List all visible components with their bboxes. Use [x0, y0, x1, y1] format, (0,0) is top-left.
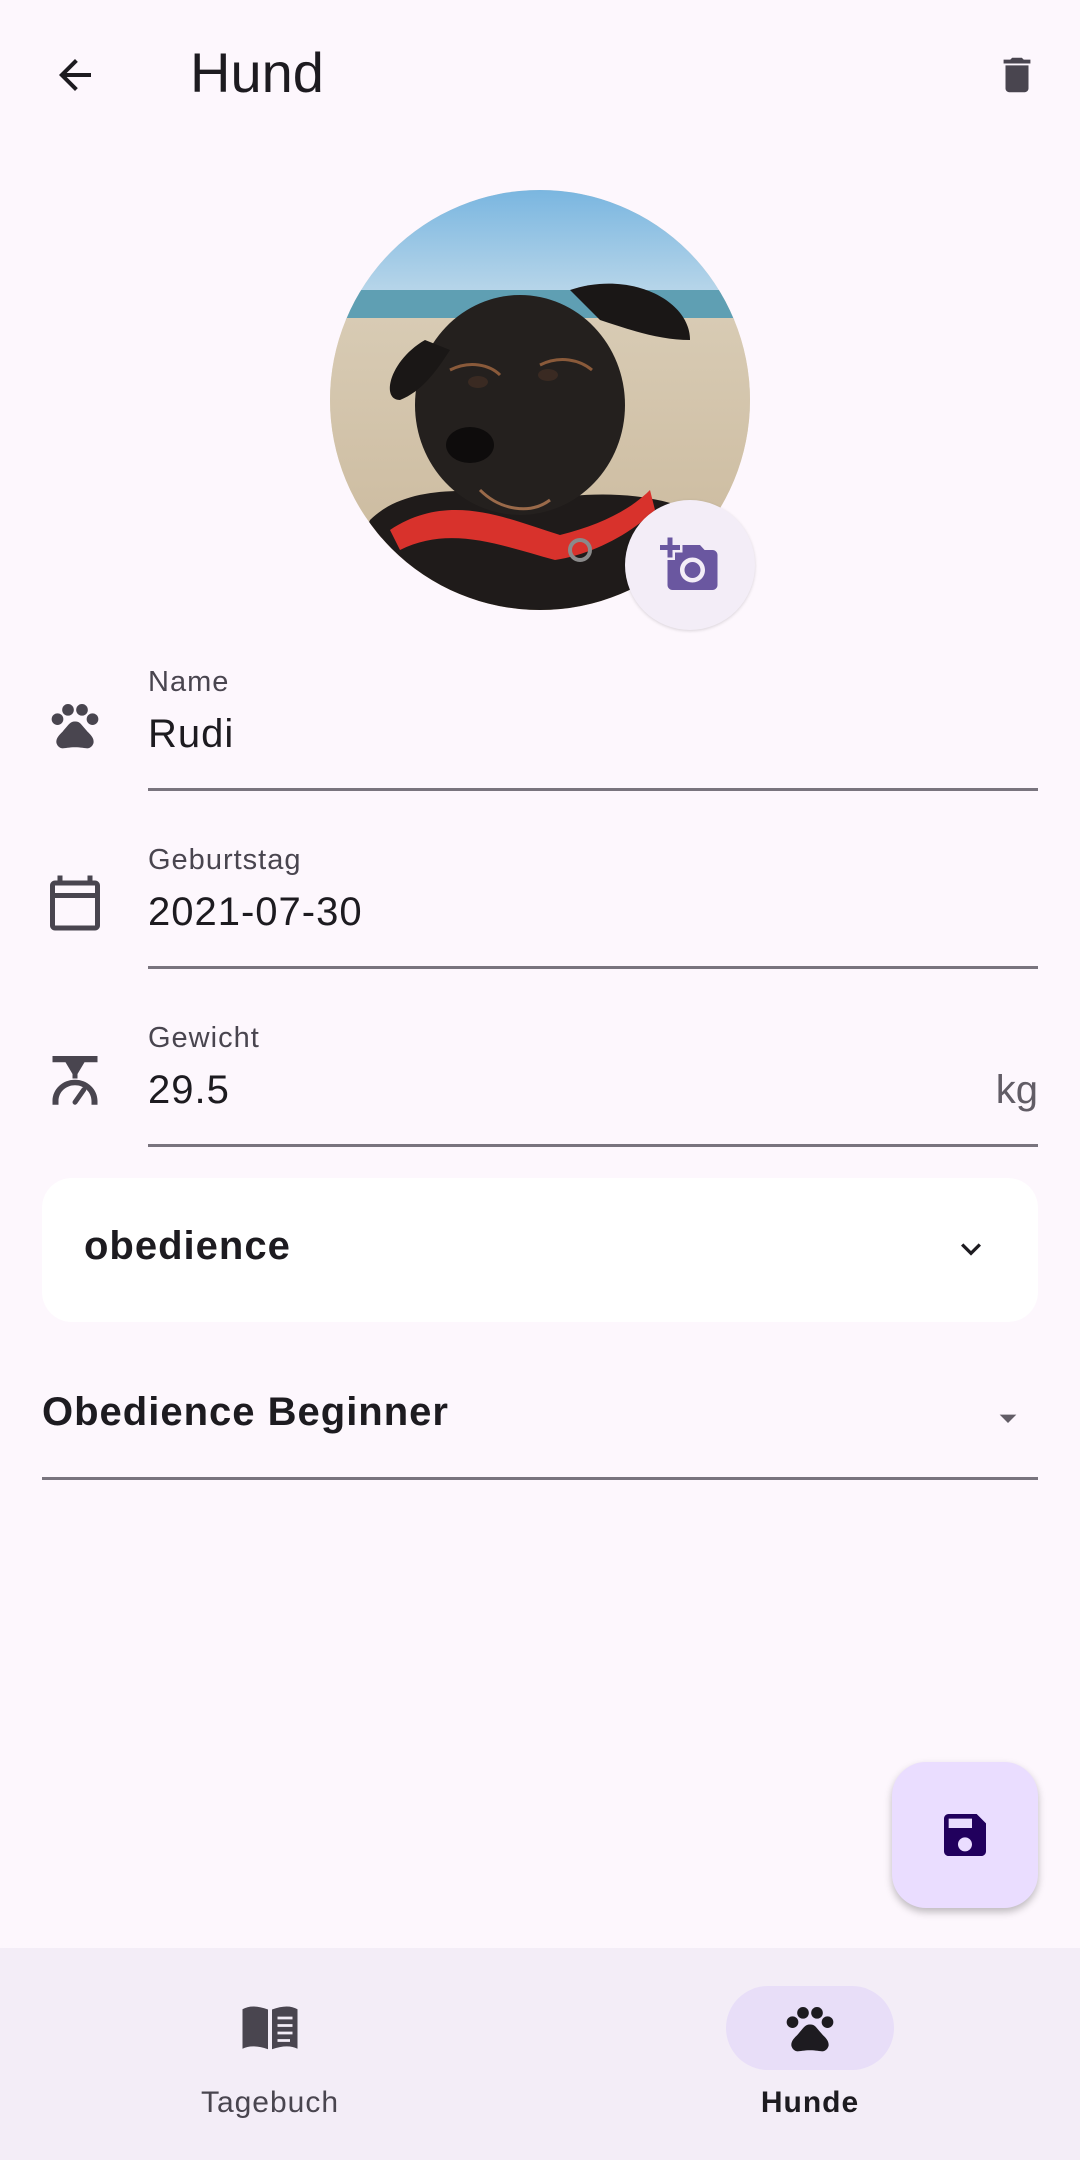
birthday-underline — [148, 966, 1038, 969]
nav-item-hunde-indicator — [726, 1986, 894, 2070]
birthday-input[interactable]: 2021-07-30 — [148, 890, 363, 935]
name-underline — [148, 788, 1038, 791]
weight-field-row: Gewicht 29.5 kg — [0, 1006, 1080, 1156]
save-button[interactable] — [892, 1762, 1038, 1908]
name-input[interactable]: Rudi — [148, 712, 234, 757]
scale-icon — [40, 1046, 110, 1116]
level-dropdown[interactable]: Obedience Beginner — [42, 1380, 1038, 1480]
delete-button[interactable] — [972, 30, 1062, 120]
add-photo-button[interactable] — [625, 500, 755, 630]
arrow-back-icon — [59, 59, 91, 91]
weight-unit: kg — [995, 1068, 1038, 1112]
level-dropdown-underline — [42, 1477, 1038, 1480]
calendar-icon — [40, 868, 110, 938]
weight-label: Gewicht — [148, 1022, 260, 1054]
level-selected-value: Obedience Beginner — [42, 1390, 449, 1434]
category-label: obedience — [84, 1224, 291, 1268]
weight-input[interactable]: 29.5 — [148, 1068, 230, 1113]
birthday-label: Geburtstag — [148, 844, 302, 876]
back-button[interactable] — [30, 30, 120, 120]
arrow-drop-down-icon — [988, 1398, 1028, 1438]
nav-label-hunde: Hunde — [760, 2086, 860, 2119]
nav-item-tagebuch-indicator — [186, 1986, 354, 2070]
save-icon — [944, 1814, 986, 1856]
paw-icon — [40, 690, 110, 760]
trash-icon — [1003, 57, 1031, 93]
nav-label-tagebuch: Tagebuch — [200, 2086, 340, 2119]
book-icon — [242, 2006, 298, 2050]
name-label: Name — [148, 666, 230, 698]
add-photo-camera-icon — [660, 537, 718, 590]
weight-underline — [148, 1144, 1038, 1147]
app-bar: Hund — [0, 0, 1080, 150]
category-expansion-card[interactable]: obedience — [42, 1178, 1038, 1322]
birthday-field-row: Geburtstag 2021-07-30 — [0, 828, 1080, 978]
bottom-navigation: Tagebuch Hunde — [0, 1948, 1080, 2160]
nav-item-tagebuch[interactable]: Tagebuch — [0, 1948, 540, 2160]
page-title: Hund — [190, 41, 324, 104]
nav-item-hunde[interactable]: Hunde — [540, 1948, 1080, 2160]
dog-avatar-container — [330, 190, 755, 630]
name-field-row: Name Rudi — [0, 650, 1080, 800]
paw-icon — [786, 2007, 834, 2052]
chevron-down-icon — [946, 1224, 996, 1274]
